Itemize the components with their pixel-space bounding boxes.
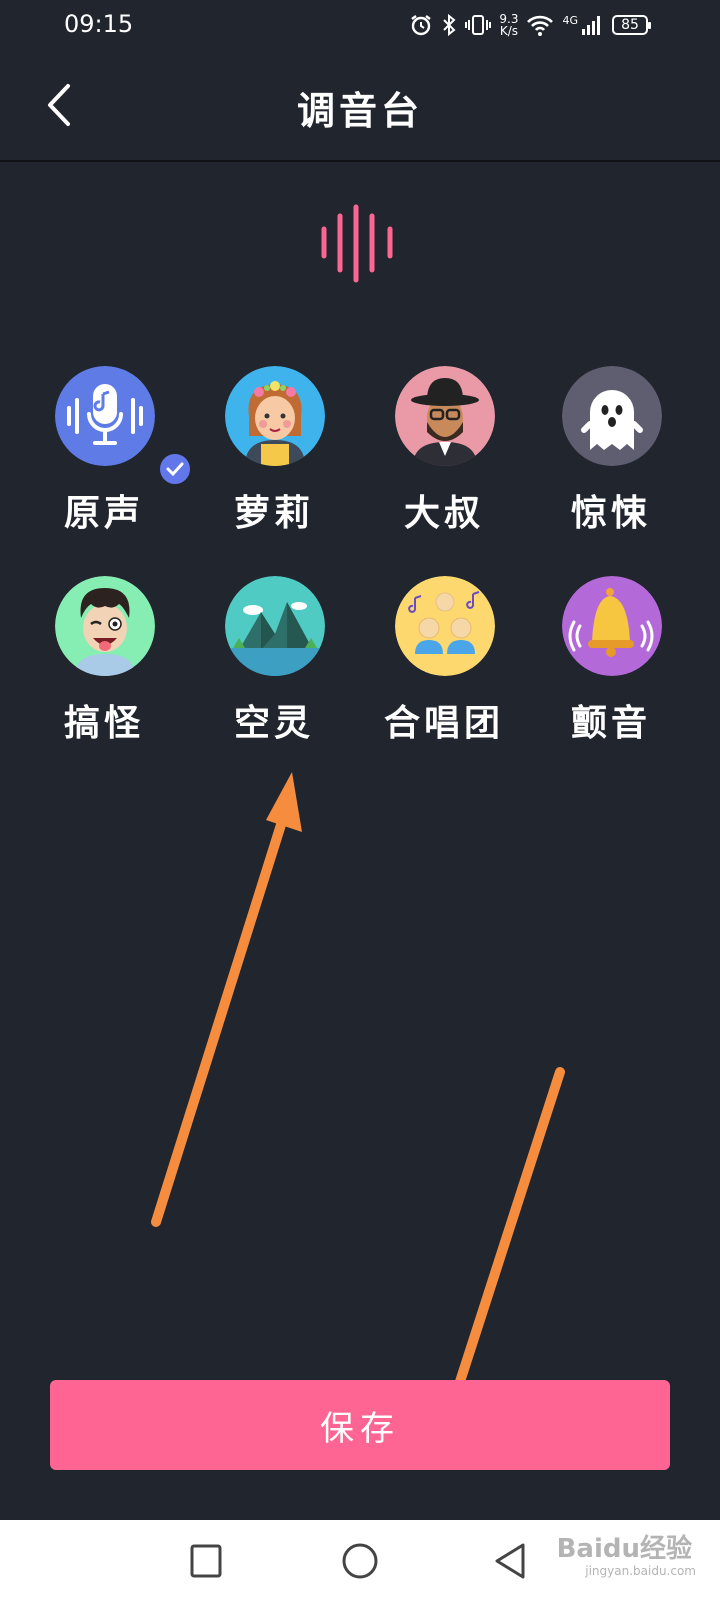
network-speed-unit: K/s (499, 24, 518, 38)
status-time: 09:15 (64, 10, 134, 38)
back-triangle-icon (495, 1543, 525, 1579)
girl-avatar-icon (225, 366, 325, 466)
header: 调音台 (0, 50, 720, 162)
home-icon (342, 1543, 378, 1579)
effect-label: 萝莉 (233, 492, 314, 534)
effect-uncle[interactable]: 大叔 (374, 366, 514, 546)
effect-label: 颤音 (570, 702, 651, 744)
microphone-icon (55, 366, 155, 466)
ghost-icon (562, 366, 662, 466)
effect-avatar (225, 366, 325, 466)
selected-check-icon (157, 451, 193, 487)
annotation-arrow-down (434, 1067, 565, 1430)
status-icons: 9.3 K/s 4G 85 (409, 12, 651, 38)
effect-avatar (562, 366, 662, 466)
uncle-avatar-icon (395, 366, 495, 466)
effect-label: 合唱团 (383, 702, 504, 744)
effect-avatar (395, 366, 495, 466)
effect-avatar (395, 576, 495, 676)
choir-icon (395, 576, 495, 676)
mountain-icon (225, 576, 325, 676)
network-speed: 9.3 K/s (499, 13, 518, 37)
effect-ethereal[interactable]: 空灵 (204, 576, 344, 756)
effect-avatar (55, 576, 155, 676)
signal-icon (582, 16, 600, 35)
home-button[interactable] (335, 1536, 385, 1586)
status-bar: 09:15 9.3 K/s 4G 85 (0, 0, 720, 50)
effect-original[interactable]: 原声 (34, 366, 193, 546)
effect-label: 原声 (63, 492, 144, 534)
annotation-arrow-up (151, 772, 302, 1227)
wifi-icon (527, 15, 554, 36)
network-type: 4G (562, 13, 578, 27)
effect-funny[interactable]: 搞怪 (34, 576, 174, 756)
bell-icon (562, 576, 662, 676)
effect-label: 大叔 (403, 492, 484, 534)
battery-icon: 85 (612, 15, 651, 35)
effect-avatar (562, 576, 662, 676)
effect-label: 搞怪 (63, 702, 144, 744)
effect-label: 空灵 (233, 702, 314, 744)
effect-thriller[interactable]: 惊悚 (541, 366, 681, 546)
alarm-icon (411, 15, 432, 36)
effect-label: 惊悚 (570, 492, 651, 534)
effect-choir[interactable]: 合唱团 (374, 576, 514, 756)
page-title: 调音台 (296, 88, 423, 133)
baidu-watermark: Baidu经验 (556, 1534, 692, 1564)
recent-apps-button[interactable] (181, 1536, 231, 1586)
effect-loli[interactable]: 萝莉 (204, 366, 344, 546)
bluetooth-icon (443, 13, 456, 37)
waveform-icon (321, 204, 393, 283)
vibrate-icon (465, 15, 492, 35)
battery-level: 85 (621, 17, 639, 33)
back-nav-button[interactable] (487, 1536, 537, 1586)
effect-avatar (225, 576, 325, 676)
recent-apps-icon (190, 1544, 222, 1578)
effect-avatar (55, 366, 155, 466)
save-button[interactable]: 保存 (50, 1380, 670, 1470)
baidu-watermark-url: jingyan.baidu.com (585, 1564, 696, 1578)
navigation-bar: Baidu经验 jingyan.baidu.com (0, 1520, 720, 1600)
effect-vibrato[interactable]: 颤音 (541, 576, 681, 756)
funny-face-icon (55, 576, 155, 676)
